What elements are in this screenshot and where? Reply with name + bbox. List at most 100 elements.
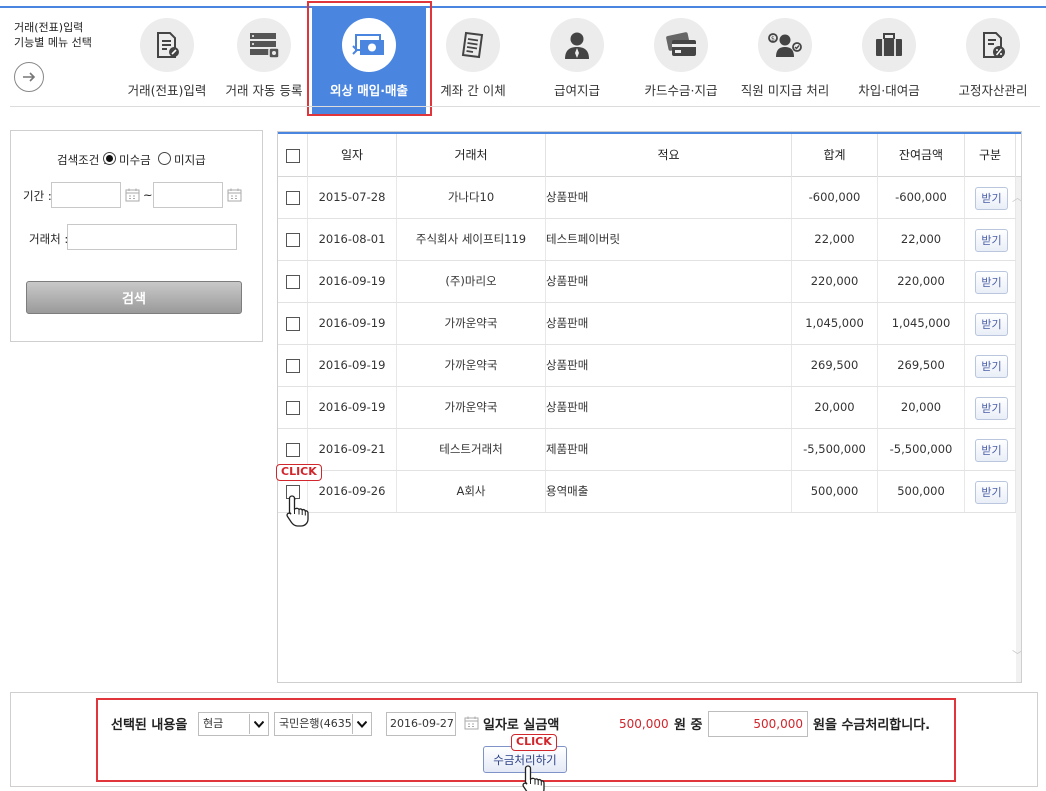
- employee-icon: $: [768, 33, 802, 57]
- table-header: 일자 거래처 적요 합계 잔여금액 구분: [278, 132, 1021, 177]
- row-client: A회사: [397, 471, 546, 512]
- search-panel: 검색조건 : 미수금 미지급 기간 : ~ 거래처 : 검색: [10, 130, 263, 342]
- bank-account-select[interactable]: 국민은행(4635: [274, 712, 372, 736]
- click-annotation: CLICK: [511, 734, 557, 751]
- transaction-table: 일자 거래처 적요 합계 잔여금액 구분 2015-07-28 가나다10 상품…: [277, 131, 1022, 683]
- row-date: 2016-09-21: [308, 429, 397, 470]
- row-total: 269,500: [792, 345, 878, 386]
- column-header-client[interactable]: 거래처: [397, 134, 546, 177]
- row-client: 가까운약국: [397, 303, 546, 344]
- person-icon: [565, 32, 589, 59]
- search-button[interactable]: 검색: [26, 281, 242, 314]
- radio-unpaid-label: 미지급: [174, 153, 206, 167]
- period-end-input[interactable]: [153, 182, 223, 208]
- row-client: 주식회사 세이프티119: [397, 219, 546, 260]
- table-row[interactable]: 2016-09-19 가까운약국 상품판매 1,045,000 1,045,00…: [278, 303, 1016, 345]
- selected-text-label: 선택된 내용을: [111, 718, 188, 733]
- receive-button[interactable]: 받기: [975, 187, 1008, 210]
- column-header-balance[interactable]: 잔여금액: [878, 134, 965, 177]
- row-total: 20,000: [792, 387, 878, 428]
- row-balance: 1,045,000: [878, 303, 965, 344]
- amount-mid-label: 원 중: [674, 718, 703, 733]
- table-scrollbar[interactable]: ︿ ﹀: [1012, 177, 1021, 682]
- table-row[interactable]: 2016-09-19 (주)마리오 상품판매 220,000 220,000 받…: [278, 261, 1016, 303]
- calendar-icon[interactable]: [125, 188, 141, 202]
- svg-text:$: $: [771, 36, 775, 43]
- scroll-up-icon[interactable]: ︿: [1012, 189, 1021, 205]
- column-header-type[interactable]: 구분: [965, 134, 1016, 177]
- row-balance: -5,500,000: [878, 429, 965, 470]
- receipt-icon: [461, 31, 484, 59]
- row-date: 2016-08-01: [308, 219, 397, 260]
- pointer-hand-icon: [522, 765, 545, 791]
- row-checkbox[interactable]: [286, 191, 300, 205]
- document-pen-icon: [157, 32, 179, 58]
- table-row[interactable]: 2016-08-01 주식회사 세이프티119 테스트페이버릿 22,000 2…: [278, 219, 1016, 261]
- pointer-hand-icon: [286, 495, 309, 527]
- receive-button[interactable]: 받기: [975, 439, 1008, 462]
- payment-method-select[interactable]: 현금: [198, 712, 269, 736]
- date-suffix-label: 일자로 실금액: [483, 718, 560, 733]
- calendar-icon[interactable]: [227, 188, 243, 202]
- collect-amount-input[interactable]: [708, 711, 808, 737]
- scroll-down-icon[interactable]: ﹀: [1012, 647, 1021, 663]
- row-balance: 220,000: [878, 261, 965, 302]
- column-header-total[interactable]: 합계: [792, 134, 878, 177]
- menu-caption-line2: 기능별 메뉴 선택: [14, 36, 92, 49]
- menu-item-fixed-assets[interactable]: 고정자산관리: [936, 8, 1046, 114]
- next-arrow-button[interactable]: [14, 62, 44, 92]
- radio-receivable[interactable]: [103, 152, 116, 165]
- row-checkbox[interactable]: [286, 359, 300, 373]
- row-total: 220,000: [792, 261, 878, 302]
- row-balance: 500,000: [878, 471, 965, 512]
- row-balance: 269,500: [878, 345, 965, 386]
- table-row[interactable]: 2016-09-19 가까운약국 상품판매 269,500 269,500 받기: [278, 345, 1016, 387]
- row-checkbox[interactable]: [286, 401, 300, 415]
- row-memo: 상품판매: [546, 345, 792, 386]
- receive-button[interactable]: 받기: [975, 355, 1008, 378]
- receive-button[interactable]: 받기: [975, 313, 1008, 336]
- row-checkbox[interactable]: [286, 233, 300, 247]
- row-memo: 용역매출: [546, 471, 792, 512]
- table-row[interactable]: 2016-09-26 A회사 용역매출 500,000 500,000 받기: [278, 471, 1016, 513]
- select-all-checkbox[interactable]: [286, 149, 300, 163]
- row-memo: 상품판매: [546, 387, 792, 428]
- amount-suffix-label: 원을 수금처리합니다.: [813, 718, 931, 733]
- receive-button[interactable]: 받기: [975, 271, 1008, 294]
- client-label: 거래처 :: [29, 232, 69, 246]
- row-checkbox[interactable]: [286, 317, 300, 331]
- row-date: 2016-09-19: [308, 387, 397, 428]
- chevron-down-icon: [356, 720, 367, 728]
- server-icon: [250, 33, 280, 59]
- menu-caption-line1: 거래(전표)입력: [14, 21, 84, 34]
- row-memo: 상품판매: [546, 303, 792, 344]
- row-client: 테스트거래처: [397, 429, 546, 470]
- period-label: 기간 :: [23, 189, 52, 203]
- table-row[interactable]: 2016-09-21 테스트거래처 제품판매 -5,500,000 -5,500…: [278, 429, 1016, 471]
- row-checkbox[interactable]: [286, 443, 300, 457]
- table-row[interactable]: 2015-07-28 가나다10 상품판매 -600,000 -600,000 …: [278, 177, 1016, 219]
- date-value: 2016-09-27: [390, 717, 454, 730]
- row-checkbox[interactable]: [286, 275, 300, 289]
- receive-button[interactable]: 받기: [975, 229, 1008, 252]
- row-client: 가까운약국: [397, 387, 546, 428]
- radio-unpaid[interactable]: [158, 152, 171, 165]
- calendar-icon[interactable]: [464, 716, 480, 730]
- row-balance: -600,000: [878, 177, 965, 218]
- table-row[interactable]: 2016-09-19 가까운약국 상품판매 20,000 20,000 받기: [278, 387, 1016, 429]
- row-client: 가까운약국: [397, 345, 546, 386]
- row-memo: 상품판매: [546, 261, 792, 302]
- receive-button[interactable]: 받기: [975, 481, 1008, 504]
- period-start-input[interactable]: [51, 182, 121, 208]
- receive-button[interactable]: 받기: [975, 397, 1008, 420]
- row-memo: 상품판매: [546, 177, 792, 218]
- client-input[interactable]: [67, 224, 237, 250]
- column-header-date[interactable]: 일자: [308, 134, 397, 177]
- column-header-memo[interactable]: 적요: [546, 134, 792, 177]
- row-total: 1,045,000: [792, 303, 878, 344]
- date-input[interactable]: 2016-09-27: [386, 712, 456, 736]
- row-balance: 20,000: [878, 387, 965, 428]
- menu-caption: 거래(전표)입력 기능별 메뉴 선택: [14, 20, 92, 50]
- row-client: 가나다10: [397, 177, 546, 218]
- menu-label: 고정자산관리: [958, 83, 1028, 98]
